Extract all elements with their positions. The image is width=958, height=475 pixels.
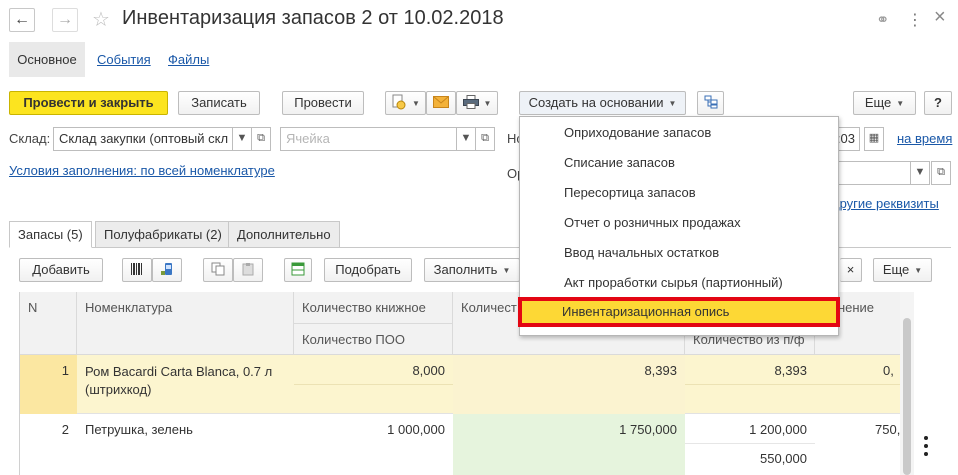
add-button[interactable]: Добавить <box>19 258 103 282</box>
warehouse-field[interactable]: Склад закупки (оптовый скл <box>53 127 233 151</box>
row-qty-actual: 8,393 <box>644 363 677 378</box>
calendar-icon: ▦ <box>868 132 880 144</box>
warehouse-dropdown-button[interactable]: ▼ <box>232 127 252 151</box>
other-requisites-link[interactable]: другие реквизиты <box>832 196 939 211</box>
row-nomenclature: Ром Bacardi Carta Blanca, 0.7 л (штрихко… <box>85 364 273 397</box>
barcode-button[interactable] <box>122 258 152 282</box>
cell-field[interactable]: Ячейка <box>280 127 457 151</box>
open-form-icon: ⧉ <box>481 132 489 144</box>
tab-semifinished[interactable]: Полуфабрикаты (2) <box>95 221 231 248</box>
fill-button[interactable]: Заполнить ▼ <box>424 258 520 282</box>
open-form-icon: ⧉ <box>257 132 265 144</box>
email-button[interactable] <box>426 91 456 115</box>
create-based-on-button[interactable]: Создать на основании ▼ <box>519 91 686 115</box>
fill-conditions-link[interactable]: Условия заполнения: по всей номенклатуре <box>9 163 275 178</box>
forward-button[interactable]: → <box>52 8 78 32</box>
favorite-star-icon[interactable]: ☆ <box>92 7 110 32</box>
close-icon[interactable]: × <box>934 6 946 29</box>
warehouse-label: Склад: <box>9 131 51 146</box>
more-vertical-icon[interactable] <box>922 436 932 460</box>
more-menu-icon[interactable]: ⋮ <box>907 10 923 30</box>
row-qty-pf: 1 200,000 <box>749 422 807 437</box>
row-qty-book: 8,000 <box>412 363 445 378</box>
post-button[interactable]: Провести <box>282 91 364 115</box>
tab-main[interactable]: Основное <box>9 42 85 77</box>
tab-additional[interactable]: Дополнительно <box>228 221 340 248</box>
row-subdivider <box>685 443 815 444</box>
scrollbar-thumb[interactable] <box>903 318 911 475</box>
calendar-button[interactable]: ▦ <box>864 127 884 151</box>
menu-item-stock-writeoff[interactable]: Списание запасов <box>520 148 838 178</box>
barcode-icon <box>131 263 142 275</box>
organization-dropdown-button[interactable]: ▼ <box>910 161 930 185</box>
document-dropdown-button[interactable]: ▼ <box>385 91 426 115</box>
printer-icon <box>462 95 479 109</box>
row-qty-pf: 8,393 <box>774 363 807 378</box>
link-icon[interactable]: ⚭ <box>876 10 889 30</box>
col-header-nomenclature[interactable]: Номенклатура <box>77 292 294 355</box>
envelope-icon <box>433 96 449 108</box>
structure-button[interactable] <box>697 91 724 115</box>
data-collection-button[interactable] <box>152 258 182 282</box>
menu-item-regrading[interactable]: Пересортица запасов <box>520 178 838 208</box>
row-qty-pf2: 550,000 <box>760 451 807 466</box>
tab-files[interactable]: Файлы <box>168 42 209 77</box>
document-clock-icon <box>392 94 406 110</box>
paste-button[interactable] <box>233 258 263 282</box>
menu-item-opening-balances[interactable]: Ввод начальных остатков <box>520 238 838 268</box>
create-based-on-menu: Оприходование запасов Списание запасов П… <box>518 116 840 336</box>
table-icon <box>291 262 305 276</box>
row-number: 2 <box>61 422 69 437</box>
warehouse-open-button[interactable]: ⧉ <box>251 127 271 151</box>
scanner-icon <box>161 263 172 275</box>
tab-inventory[interactable]: Запасы (5) <box>9 221 92 248</box>
row-qty-book: 1 000,000 <box>387 422 445 437</box>
more-button[interactable]: Еще ▼ <box>853 91 916 115</box>
clear-icon: × <box>846 262 855 277</box>
row-nomenclature: Петрушка, зелень <box>85 422 193 437</box>
col-header-n[interactable]: N <box>20 292 77 355</box>
arrow-right-icon: → <box>57 11 73 28</box>
row-qty-actual: 1 750,000 <box>619 422 677 437</box>
back-button[interactable]: ← <box>9 8 35 32</box>
cell-open-button[interactable]: ⧉ <box>475 127 495 151</box>
hierarchy-icon <box>704 95 717 109</box>
spreadsheet-button[interactable] <box>284 258 312 282</box>
pick-button[interactable]: Подобрать <box>324 258 412 282</box>
open-form-icon: ⧉ <box>937 166 945 178</box>
table-more-button[interactable]: Еще ▼ <box>873 258 932 282</box>
post-and-close-button[interactable]: Провести и закрыть <box>9 91 168 115</box>
organization-open-button[interactable]: ⧉ <box>931 161 951 185</box>
chevron-down-icon: ▼ <box>460 132 472 144</box>
print-button[interactable]: ▼ <box>456 91 498 115</box>
col-header-qty-book[interactable]: Количество книжное <box>294 292 453 324</box>
col-header-qty-poo[interactable]: Количество ПОО <box>294 324 453 355</box>
menu-item-retail-report[interactable]: Отчет о розничных продажах <box>520 208 838 238</box>
tab-events[interactable]: События <box>97 42 151 77</box>
save-button[interactable]: Записать <box>178 91 260 115</box>
cell-dropdown-button[interactable]: ▼ <box>456 127 476 151</box>
help-button[interactable]: ? <box>924 91 952 115</box>
chevron-down-icon: ▼ <box>236 132 248 144</box>
on-time-link[interactable]: на время <box>897 131 952 146</box>
search-clear-button[interactable]: × <box>840 258 862 282</box>
menu-item-raw-processing-act[interactable]: Акт проработки сырья (партионный) <box>520 268 838 298</box>
scrollbar-track[interactable] <box>900 292 914 475</box>
chevron-down-icon: ▼ <box>914 166 926 178</box>
menu-item-inventory-list[interactable]: Инвентаризационная опись <box>518 297 840 327</box>
arrow-left-icon: ← <box>14 11 30 28</box>
paste-icon <box>242 263 254 276</box>
page-title: Инвентаризация запасов 2 от 10.02.2018 <box>122 7 504 29</box>
row-number: 1 <box>61 363 69 378</box>
copy-icon <box>211 262 225 276</box>
menu-item-stock-receipt[interactable]: Оприходование запасов <box>520 118 838 148</box>
copy-button[interactable] <box>203 258 233 282</box>
